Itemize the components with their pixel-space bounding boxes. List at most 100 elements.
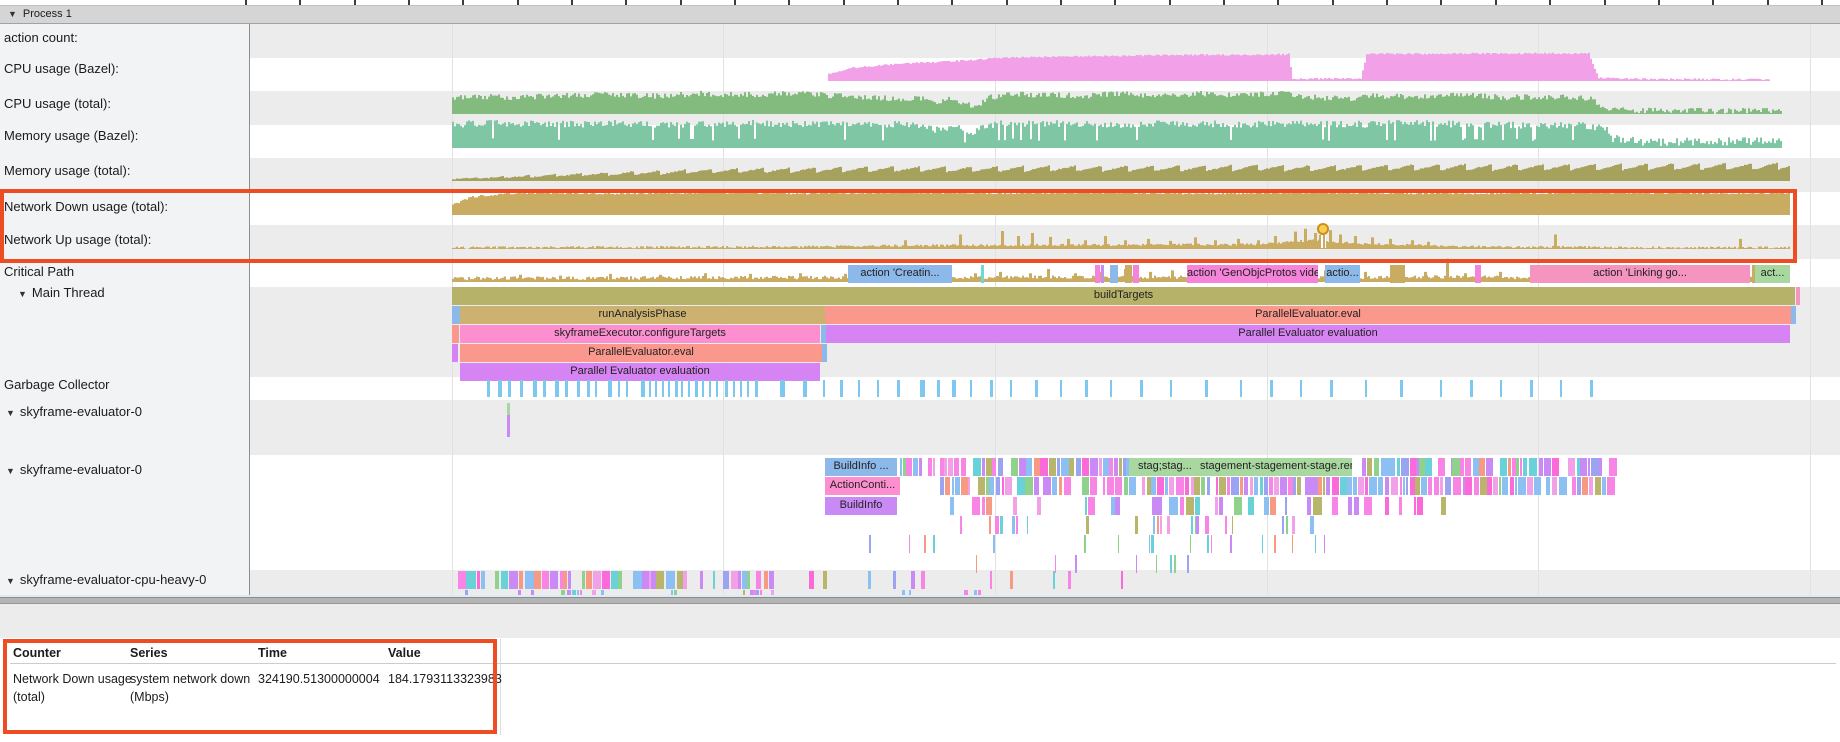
- gc-event-tick[interactable]: [543, 380, 546, 397]
- evaluator-slice[interactable]: [1151, 535, 1154, 553]
- evaluator-slice[interactable]: [633, 571, 641, 589]
- gc-event-tick[interactable]: [1010, 380, 1012, 397]
- gc-event-tick[interactable]: [688, 380, 690, 397]
- evaluator-slice[interactable]: [1136, 555, 1137, 573]
- evaluator-slice[interactable]: [1486, 458, 1493, 476]
- evaluator-slice[interactable]: [1026, 458, 1033, 476]
- evaluator-slice[interactable]: [1151, 477, 1156, 495]
- evaluator-slice[interactable]: [477, 571, 481, 589]
- evaluator-slice[interactable]: [1529, 458, 1537, 476]
- gc-event-tick[interactable]: [1205, 380, 1208, 397]
- evaluator-slice[interactable]: [1103, 458, 1109, 476]
- evaluator-slice[interactable]: [823, 571, 827, 589]
- evaluator-slice[interactable]: [1516, 458, 1519, 476]
- evaluator-slice[interactable]: [1207, 535, 1209, 553]
- evaluator-slice[interactable]: [1539, 458, 1543, 476]
- evaluator-slice[interactable]: [1012, 516, 1015, 534]
- evaluator-slice[interactable]: [1005, 477, 1012, 495]
- evaluator-slice[interactable]: [1195, 497, 1200, 515]
- critical-path-slice[interactable]: action 'GenObjcProtos video/...: [1187, 265, 1318, 283]
- evaluator-slice[interactable]: [1260, 477, 1263, 495]
- evaluator-slice[interactable]: [519, 571, 524, 589]
- evaluator-slice[interactable]: [1378, 477, 1384, 495]
- evaluator-slice[interactable]: [1167, 516, 1170, 534]
- evaluator-slice[interactable]: [568, 571, 571, 589]
- gc-event-tick[interactable]: [487, 380, 490, 397]
- evaluator-slice[interactable]: ActionConti...: [825, 477, 900, 495]
- evaluator-slice[interactable]: [1069, 458, 1074, 476]
- sidebar-item-cpu-usage-total-[interactable]: CPU usage (total):: [4, 96, 111, 111]
- evaluator-slice[interactable]: [1207, 477, 1210, 495]
- evaluator-slice[interactable]: [1262, 535, 1263, 553]
- evaluator-slice[interactable]: [1534, 477, 1541, 495]
- evaluator-slice[interactable]: [1326, 477, 1330, 495]
- evaluator-slice[interactable]: [968, 477, 970, 495]
- evaluator-slice[interactable]: [906, 458, 912, 476]
- gc-event-tick[interactable]: [681, 380, 683, 397]
- gc-event-tick[interactable]: [1440, 380, 1442, 397]
- evaluator-slice[interactable]: [582, 571, 585, 589]
- evaluator-slice[interactable]: [1129, 477, 1136, 495]
- gc-event-tick[interactable]: [533, 380, 537, 397]
- critical-path-slice[interactable]: [1475, 265, 1481, 283]
- critical-path-slice[interactable]: [1125, 265, 1132, 283]
- evaluator-slice[interactable]: [1103, 477, 1106, 495]
- gc-event-tick[interactable]: [1170, 380, 1172, 397]
- evaluator-slice[interactable]: [563, 571, 567, 589]
- evaluator-slice[interactable]: [1607, 477, 1615, 495]
- evaluator-slice[interactable]: [1502, 477, 1508, 495]
- evaluator-slice[interactable]: [940, 477, 944, 495]
- evaluator-slice[interactable]: [656, 571, 664, 589]
- gc-event-tick[interactable]: [1470, 380, 1473, 397]
- evaluator-slice[interactable]: [1011, 458, 1017, 476]
- main-thread-slice[interactable]: [452, 325, 459, 343]
- evaluator-slice[interactable]: [1269, 477, 1273, 495]
- evaluator-slice[interactable]: [948, 458, 953, 476]
- evaluator-slice[interactable]: [1323, 477, 1325, 495]
- evaluator-slice[interactable]: [1465, 458, 1471, 476]
- counter-chart-cpu-total[interactable]: [250, 117, 1840, 148]
- gc-event-tick[interactable]: [565, 380, 568, 397]
- gc-event-tick[interactable]: [1085, 380, 1088, 397]
- evaluator-slice[interactable]: [955, 477, 959, 495]
- evaluator-slice[interactable]: [466, 571, 475, 589]
- evaluator-slice[interactable]: [1385, 497, 1389, 515]
- evaluator-slice[interactable]: [1332, 497, 1338, 515]
- evaluator-slice[interactable]: [992, 458, 996, 476]
- critical-path-slice[interactable]: [1133, 265, 1139, 283]
- evaluator-slice[interactable]: [1428, 477, 1432, 495]
- evaluator-slice[interactable]: [1374, 458, 1380, 476]
- evaluator-slice[interactable]: [933, 535, 935, 553]
- evaluator-slice[interactable]: [1595, 477, 1601, 495]
- gc-event-tick[interactable]: [1400, 380, 1403, 397]
- evaluator-slice[interactable]: [769, 571, 774, 589]
- evaluator-slice[interactable]: [1135, 516, 1138, 534]
- gc-event-tick[interactable]: [740, 380, 742, 397]
- evaluator-slice[interactable]: [1365, 477, 1368, 495]
- evaluator-slice[interactable]: [1274, 535, 1275, 553]
- evaluator-slice[interactable]: [1157, 516, 1160, 534]
- gc-event-tick[interactable]: [1110, 380, 1112, 397]
- evaluator-slice[interactable]: [1381, 458, 1389, 476]
- evaluator-slice[interactable]: [1419, 458, 1426, 476]
- evaluator-slice[interactable]: [986, 458, 992, 476]
- evaluator-slice[interactable]: [1434, 477, 1439, 495]
- evaluator-slice[interactable]: [960, 516, 963, 534]
- evaluator-slice[interactable]: [972, 497, 980, 515]
- evaluator-slice[interactable]: [1244, 477, 1248, 495]
- gc-event-tick[interactable]: [990, 380, 993, 397]
- evaluator-slice[interactable]: [1055, 555, 1057, 573]
- evaluator-slice[interactable]: [1362, 458, 1366, 476]
- evaluator-slice[interactable]: [1518, 477, 1526, 495]
- evaluator-slice[interactable]: [1034, 477, 1039, 495]
- evaluator-slice[interactable]: [1389, 458, 1395, 476]
- gc-event-tick[interactable]: [641, 380, 645, 397]
- evaluator-slice[interactable]: [1037, 497, 1041, 515]
- evaluator-slice[interactable]: [1165, 477, 1168, 495]
- evaluator-slice[interactable]: [1147, 477, 1151, 495]
- evaluator-slice[interactable]: [933, 458, 935, 476]
- evaluator-slice[interactable]: [1577, 477, 1581, 495]
- gc-event-tick[interactable]: [1365, 380, 1367, 397]
- evaluator-slice[interactable]: [1453, 477, 1461, 495]
- gc-event-tick[interactable]: [1530, 380, 1533, 397]
